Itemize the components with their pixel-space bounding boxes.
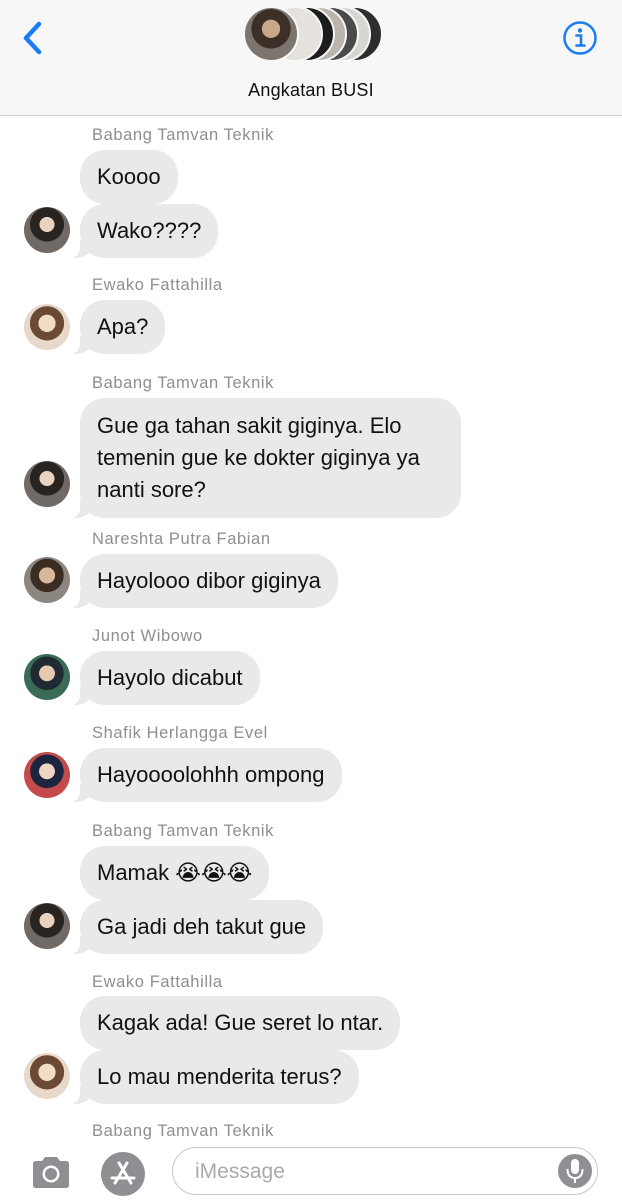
message-text: Koooo [97,164,161,189]
sender-name: Junot Wibowo [92,627,203,645]
message-text: Hayolo dicabut [97,665,243,690]
sender-name: Shafik Herlangga Evel [92,724,268,742]
camera-icon [33,1157,69,1188]
message-thread[interactable]: Babang Tamvan Teknik Koooo Wako???? Ewak… [0,116,622,1146]
message-text: Ga jadi deh takut gue [97,914,307,939]
back-button[interactable] [18,18,50,58]
avatar[interactable] [24,207,70,253]
group-avatar-stack[interactable] [243,6,383,66]
message-text: Hayoooolohhh ompong [97,762,325,787]
message-bubble[interactable]: Gue ga tahan sakit giginya. Elo temenin … [70,398,461,518]
message-bubble[interactable]: Kagak ada! Gue seret lo ntar. [80,996,401,1050]
message-input[interactable] [193,1156,537,1188]
message-bubble[interactable]: Hayolooo dibor giginya [70,554,338,608]
info-icon [563,21,597,55]
group-member-avatar [243,6,299,62]
sender-name: Babang Tamvan Teknik [92,822,275,840]
chevron-left-icon [23,21,42,55]
avatar[interactable] [24,752,70,798]
message-bubble[interactable]: Hayolo dicabut [70,651,260,705]
app-store-icon [101,1152,145,1196]
microphone-button[interactable] [557,1152,593,1190]
sender-name: Ewako Fattahilla [92,276,223,294]
message-bubble[interactable]: Mamak 😭😭😭 [80,846,270,900]
message-text: Mamak 😭😭😭 [97,860,253,885]
avatar[interactable] [24,304,70,350]
message-bubble[interactable]: Ga jadi deh takut gue [69,900,324,954]
composer-bar [0,1146,622,1200]
message-bubble[interactable]: Lo mau menderita terus? [70,1050,359,1104]
microphone-icon [558,1154,592,1188]
avatar[interactable] [24,557,70,603]
app-store-button[interactable] [100,1151,146,1197]
group-name[interactable]: Angkatan BUSI [0,80,622,101]
sender-name: Babang Tamvan Teknik [92,1122,275,1140]
message-text: Apa? [97,314,149,339]
message-text: Lo mau menderita terus? [97,1064,342,1089]
avatar[interactable] [24,654,70,700]
conversation-header: Angkatan BUSI [0,0,622,116]
camera-button[interactable] [30,1154,72,1190]
message-bubble[interactable]: Apa? [69,300,166,354]
avatar[interactable] [24,1053,70,1099]
message-text: Gue ga tahan sakit giginya. Elo temenin … [97,413,420,502]
avatar[interactable] [24,461,70,507]
sender-name: Ewako Fattahilla [92,973,223,991]
message-bubble[interactable]: Hayoooolohhh ompong [70,748,342,802]
message-input-container[interactable] [172,1147,598,1195]
sender-name: Babang Tamvan Teknik [92,126,275,144]
sender-name: Nareshta Putra Fabian [92,530,271,548]
message-bubble[interactable]: Koooo [80,150,178,204]
message-text: Hayolooo dibor giginya [97,568,321,593]
info-button[interactable] [562,20,598,56]
avatar[interactable] [24,903,70,949]
message-text: Wako???? [97,218,202,243]
message-bubble[interactable]: Wako???? [69,204,219,258]
sender-name: Babang Tamvan Teknik [92,374,275,392]
message-text: Kagak ada! Gue seret lo ntar. [97,1010,384,1035]
